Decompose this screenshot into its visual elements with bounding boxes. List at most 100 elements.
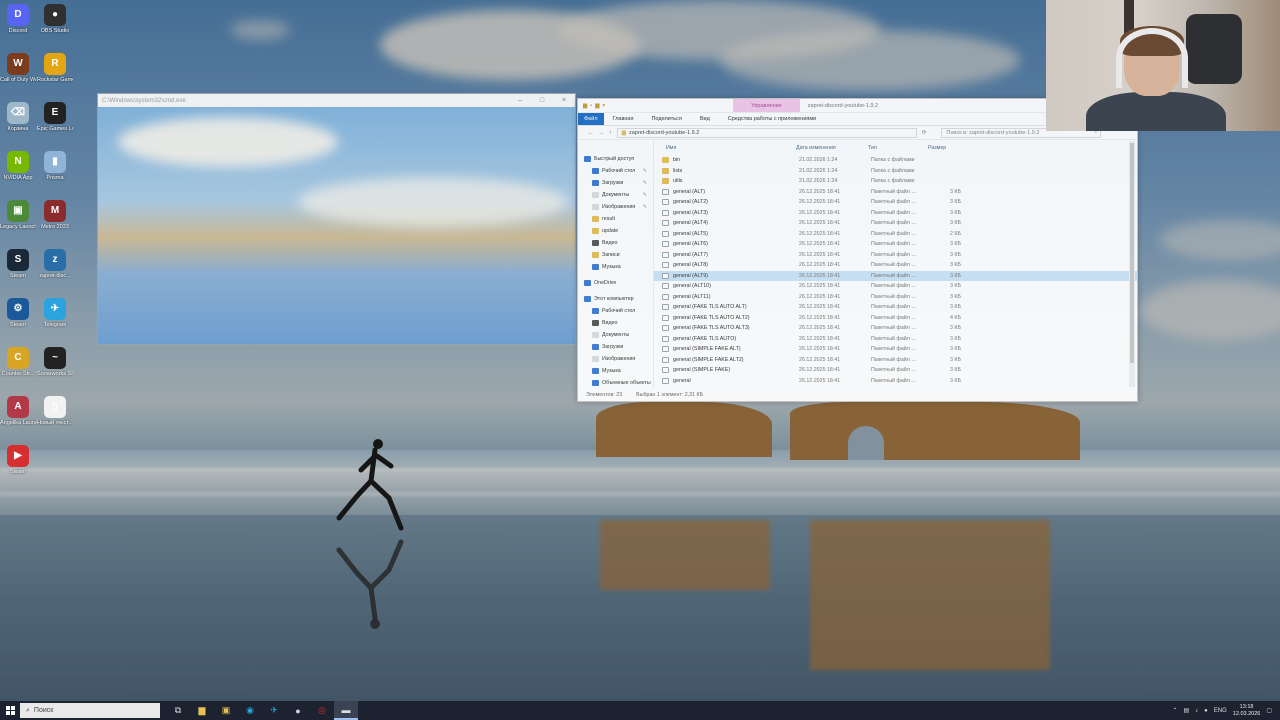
nav-item[interactable]: Видео: [578, 237, 653, 249]
language-indicator[interactable]: ENG: [1214, 708, 1227, 714]
column-name[interactable]: Имя: [666, 145, 796, 151]
file-row[interactable]: general (FAKE TLS AUTO ALT3) 26.12.2025 1…: [654, 323, 1137, 334]
file-row[interactable]: general (ALT3) 26.12.2025 18:41 Пакетный ф…: [654, 208, 1137, 219]
cmd-window[interactable]: C:\Windows\system32\cmd.exe – □ ×: [97, 93, 576, 345]
file-list[interactable]: Имя Дата изменения Тип Размер bin 21.02.2…: [654, 141, 1137, 389]
nav-item[interactable]: Музыка: [578, 261, 653, 273]
file-row[interactable]: general (FAKE TLS AUTO) 26.12.2025 18:41 П…: [654, 334, 1137, 345]
microphone-icon[interactable]: ●: [1204, 708, 1208, 714]
tab-manage[interactable]: Управление: [733, 99, 800, 112]
maximize-icon[interactable]: □: [531, 97, 553, 104]
folder-icon[interactable]: ▆: [583, 103, 587, 109]
refresh-icon[interactable]: ⟳: [922, 130, 927, 136]
opera-icon[interactable]: ◎: [310, 701, 334, 720]
ribbon-tab[interactable]: Файл: [578, 113, 604, 125]
steam-icon[interactable]: ●: [286, 701, 310, 720]
desktop-icon[interactable]: D Discord: [0, 4, 36, 34]
close-icon[interactable]: ×: [553, 97, 575, 104]
file-explorer-icon[interactable]: ▆: [190, 701, 214, 720]
start-button[interactable]: [0, 701, 20, 720]
ribbon-tab[interactable]: Главная: [604, 113, 643, 125]
up-arrow-icon[interactable]: ↑: [609, 130, 612, 136]
notifications-icon[interactable]: ▢: [1266, 707, 1272, 714]
desktop-icon[interactable]: ▣ Legacy Launcher: [0, 200, 36, 230]
nav-item[interactable]: Объемные объекты: [578, 377, 653, 389]
file-explorer-window[interactable]: ▆ ▪ ▆ ▾ Управление zapret-discord-youtub…: [577, 98, 1138, 402]
desktop-icon[interactable]: W Call of Duty Warzone: [0, 53, 36, 83]
file-row[interactable]: general (ALT5) 26.12.2025 18:41 Пакетный ф…: [654, 229, 1137, 240]
file-row[interactable]: general (SIMPLE FAKE) 26.12.2025 18:41 Пак…: [654, 365, 1137, 376]
desktop-icon[interactable]: ● OBS Studio: [37, 4, 73, 34]
nav-item[interactable]: Загрузки ✎: [578, 177, 653, 189]
file-row[interactable]: general (FAKE TLS AUTO ALT2) 26.12.2025 1…: [654, 313, 1137, 324]
desktop-icon[interactable]: ⚙ Steam: [0, 298, 36, 328]
nav-item[interactable]: Загрузки: [578, 341, 653, 353]
ribbon-tab[interactable]: Вид: [691, 113, 719, 125]
nav-item[interactable]: Изображения ✎: [578, 201, 653, 213]
desktop-icon[interactable]: ▮ Prisma: [37, 151, 73, 181]
ribbon-tab[interactable]: Поделиться: [642, 113, 690, 125]
desktop-icon[interactable]: ⌫ Корзина: [0, 102, 36, 132]
file-row[interactable]: general (SIMPLE FAKE ALT2) 26.12.2025 18:…: [654, 355, 1137, 366]
desktop-icon[interactable]: A Angelika Launcher: [0, 396, 36, 426]
chevron-down-icon[interactable]: ▾: [602, 103, 605, 109]
minimize-icon[interactable]: –: [509, 97, 531, 104]
desktop-icon[interactable]: E Epic Games Launcher: [37, 102, 73, 132]
file-row[interactable]: general (FAKE TLS AUTO ALT) 26.12.2025 18…: [654, 302, 1137, 313]
nav-item[interactable]: result: [578, 213, 653, 225]
file-row[interactable]: general (ALT8) 26.12.2025 18:41 Пакетный ф…: [654, 260, 1137, 271]
nav-item[interactable]: Рабочий стол ✎: [578, 165, 653, 177]
cmd-console-area[interactable]: [98, 107, 575, 344]
quick-access-toolbar[interactable]: ▆ ▪ ▆ ▾: [578, 103, 605, 109]
desktop-icon[interactable]: ▶ Steam: [0, 445, 36, 475]
nav-item[interactable]: Документы ✎: [578, 189, 653, 201]
file-row[interactable]: utils 21.02.2026 1:24 Папка с файлами: [654, 176, 1137, 187]
nav-item[interactable]: Музыка: [578, 365, 653, 377]
properties-icon[interactable]: ▪: [590, 103, 592, 109]
nav-item[interactable]: OneDrive: [578, 277, 653, 289]
column-size[interactable]: Размер: [928, 145, 958, 151]
network-icon[interactable]: ▤: [1183, 707, 1189, 714]
ribbon-tab[interactable]: Средства работы с приложениями: [719, 113, 825, 125]
nav-item[interactable]: update: [578, 225, 653, 237]
file-row[interactable]: general (ALT10) 26.12.2025 18:41 Пакетный …: [654, 281, 1137, 292]
nav-item[interactable]: Документы: [578, 329, 653, 341]
nav-item[interactable]: Быстрый доступ: [578, 153, 653, 165]
browser-icon[interactable]: ◉: [238, 701, 262, 720]
column-date[interactable]: Дата изменения: [796, 145, 868, 151]
chevron-up-icon[interactable]: ⌃: [1172, 707, 1177, 714]
desktop-icon[interactable]: M Metro 2033: [37, 200, 73, 230]
nav-item[interactable]: Рабочий стол: [578, 305, 653, 317]
telegram-icon[interactable]: ✈: [262, 701, 286, 720]
nav-item[interactable]: Видео: [578, 317, 653, 329]
task-view-icon[interactable]: ⧉: [166, 701, 190, 720]
file-row[interactable]: general (ALT9) 26.12.2025 18:41 Пакетный ф…: [654, 270, 1137, 281]
file-row[interactable]: general (ALT) 26.12.2025 18:41 Пакетный фа…: [654, 187, 1137, 198]
desktop-icon[interactable]: z zapret-disc...: [37, 249, 73, 279]
desktop-icon[interactable]: S Steam: [0, 249, 36, 279]
new-folder-icon[interactable]: ▆: [595, 103, 599, 109]
desktop-icon[interactable]: C Counter-Str...: [0, 347, 36, 377]
address-bar[interactable]: ▆ zapret-discord-youtube-1.9.2: [616, 127, 917, 138]
cmd-icon[interactable]: ▬: [334, 701, 358, 720]
desktop-icon[interactable]: N NVIDIA App: [0, 151, 36, 181]
nav-item[interactable]: Записи: [578, 249, 653, 261]
column-type[interactable]: Тип: [868, 145, 928, 151]
nav-item[interactable]: Этот компьютер: [578, 293, 653, 305]
file-row[interactable]: lists 21.02.2026 1:24 Папка с файлами: [654, 166, 1137, 177]
navigation-pane[interactable]: Быстрый доступ Рабочий стол ✎ Загрузки ✎ Доку…: [578, 141, 654, 389]
file-row[interactable]: general 26.12.2025 18:41 Пакетный файл ...…: [654, 376, 1137, 387]
file-row[interactable]: bin 21.02.2026 1:24 Папка с файлами: [654, 155, 1137, 166]
file-row[interactable]: general (ALT2) 26.12.2025 18:41 Пакетный ф…: [654, 197, 1137, 208]
file-row[interactable]: general (ALT4) 26.12.2025 18:41 Пакетный ф…: [654, 218, 1137, 229]
taskbar-search-input[interactable]: ⌕ Поиск: [20, 703, 160, 718]
desktop-icon[interactable]: R Rockstar Games: [37, 53, 73, 83]
forward-arrow-icon[interactable]: →: [599, 130, 605, 136]
back-arrow-icon[interactable]: ←: [588, 130, 594, 136]
desktop-icon[interactable]: ~ Sonarworks SR: [37, 347, 73, 377]
store-icon[interactable]: ▣: [214, 701, 238, 720]
file-row[interactable]: general (ALT6) 26.12.2025 18:41 Пакетный ф…: [654, 239, 1137, 250]
file-row[interactable]: general (ALT11) 26.12.2025 18:41 Пакетный …: [654, 292, 1137, 303]
desktop-icon[interactable]: ✈ Telegram: [37, 298, 73, 328]
nav-item[interactable]: Изображения: [578, 353, 653, 365]
